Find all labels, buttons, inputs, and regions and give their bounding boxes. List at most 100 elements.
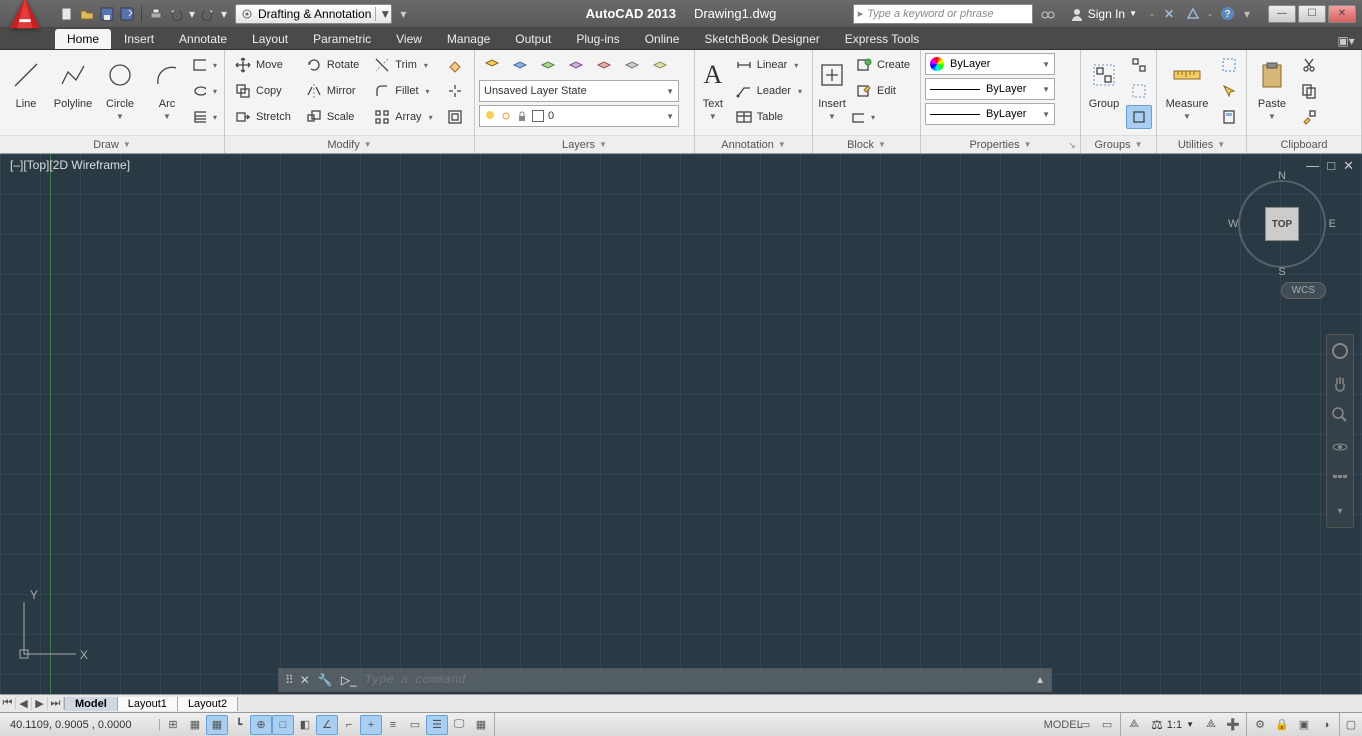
ducs-icon[interactable]: ⌐ [338,715,360,735]
command-line[interactable]: ⠿ ✕ 🔧 ▷_ ▲ [278,668,1052,692]
linear-button[interactable]: Linear▾ [730,53,808,77]
tab-layout[interactable]: Layout [240,29,300,49]
viewcube-north[interactable]: N [1278,170,1286,182]
create-block-button[interactable]: Create [850,53,916,77]
match-prop-icon[interactable] [1296,105,1322,129]
orbit-icon[interactable] [1330,437,1350,457]
otrack-icon[interactable]: ∠ [316,715,338,735]
mirror-button[interactable]: Mirror [300,79,365,103]
lwt-icon[interactable]: ≡ [382,715,404,735]
autoscale-icon[interactable]: ➕ [1222,715,1244,735]
arc-button[interactable]: Arc▼ [145,53,189,133]
workspace-switch-icon[interactable]: ⚙ [1249,715,1271,735]
open-icon[interactable] [78,5,96,23]
panel-modify-title[interactable]: Modify▼ [225,135,474,153]
app-menu-button[interactable] [0,0,50,39]
drawing-area[interactable]: [–][Top][2D Wireframe] — □ ✕ TOP N S E W… [0,154,1362,694]
quickview-layouts-icon[interactable]: ▭ [1074,715,1096,735]
ellipse-button[interactable]: ▾ [192,79,218,103]
grid-icon[interactable]: ▦ [206,715,228,735]
save-icon[interactable] [98,5,116,23]
view-cube[interactable]: TOP N S E W [1232,174,1332,274]
clean-screen-icon[interactable]: ▢ [1340,715,1362,735]
hatch-button[interactable]: ▾ [192,105,218,129]
qat-customize-icon[interactable]: ▾ [394,5,412,23]
panel-clipboard-title[interactable]: Clipboard [1247,135,1361,153]
zoom-icon[interactable] [1330,405,1350,425]
chevron-down-icon[interactable]: ▾ [219,5,229,23]
quick-select-icon[interactable] [1216,79,1242,103]
panel-layers-title[interactable]: Layers▼ [475,135,694,153]
ribbon-minimize-icon[interactable]: ▣▾ [1336,33,1356,49]
tab-plugins[interactable]: Plug-ins [564,29,631,49]
showmotion-icon[interactable] [1330,469,1350,489]
layer-off-icon[interactable] [507,53,533,77]
scale-button[interactable]: Scale [300,105,365,129]
workspace-combo[interactable]: Drafting & Annotation ▼ [235,4,392,24]
lineweight-combo[interactable]: ByLayer▼ [925,78,1055,100]
layout-tab-layout2[interactable]: Layout2 [178,697,238,711]
tab-insert[interactable]: Insert [112,29,166,49]
panel-draw-title[interactable]: Draw▼ [0,135,224,153]
wcs-badge[interactable]: WCS [1281,282,1326,299]
layer-current-combo[interactable]: 0 ▼ [479,105,679,127]
chevron-down-icon[interactable]: ▾ [187,5,197,23]
leader-button[interactable]: Leader▾ [730,79,808,103]
vp-minimize-icon[interactable]: — [1306,158,1319,174]
exchange-icon[interactable]: ✕ [1160,5,1178,23]
copy-clip-icon[interactable] [1296,79,1322,103]
quickview-drawings-icon[interactable]: ▭ [1096,715,1118,735]
layer-match-icon[interactable] [619,53,645,77]
trim-button[interactable]: Trim▾ [368,53,438,77]
layer-iso-icon[interactable] [591,53,617,77]
edit-block-button[interactable]: Edit [850,79,916,103]
tab-home[interactable]: Home [55,29,111,49]
annovisibility-icon[interactable]: ⟁ [1200,715,1222,735]
viewcube-south[interactable]: S [1278,266,1285,278]
layer-prev-icon[interactable] [647,53,673,77]
paste-button[interactable]: Paste▼ [1251,53,1293,133]
polar-icon[interactable]: ⊕ [250,715,272,735]
maximize-button[interactable]: ☐ [1298,5,1326,23]
a360-icon[interactable] [1184,5,1202,23]
help-icon[interactable]: ? [1218,5,1236,23]
group-select-icon[interactable] [1126,105,1152,129]
annotation-scale[interactable]: ⚖1:1▼ [1145,717,1200,733]
layout-tab-model[interactable]: Model [65,697,118,711]
color-combo[interactable]: ByLayer▼ [925,53,1055,75]
panel-annotation-title[interactable]: Annotation▼ [695,135,812,153]
cmd-close-icon[interactable]: ✕ [300,673,310,687]
command-input[interactable] [365,673,1027,687]
sign-in-button[interactable]: Sign In ▼ [1063,5,1144,23]
tab-annotate[interactable]: Annotate [167,29,239,49]
layout-prev-icon[interactable]: ◀ [16,697,32,710]
group-button[interactable]: Group [1085,53,1123,133]
redo-icon[interactable] [199,5,217,23]
rotate-button[interactable]: Rotate [300,53,365,77]
sc-icon[interactable]: 🖵 [448,715,470,735]
layer-prop-icon[interactable] [479,53,505,77]
viewcube-west[interactable]: W [1228,218,1238,230]
cut-icon[interactable] [1296,53,1322,77]
stretch-button[interactable]: Stretch [229,105,297,129]
calc-icon[interactable] [1216,105,1242,129]
select-all-icon[interactable] [1216,53,1242,77]
table-button[interactable]: Table [730,105,808,129]
group-edit-icon[interactable] [1126,79,1152,103]
toolbar-lock-icon[interactable]: 🔒 [1271,715,1293,735]
viewcube-east[interactable]: E [1329,218,1336,230]
steering-wheel-icon[interactable] [1330,341,1350,361]
tab-sketchbook[interactable]: SketchBook Designer [692,29,831,49]
vp-close-icon[interactable]: ✕ [1343,158,1354,174]
layout-first-icon[interactable]: ⏮ [0,697,16,710]
ungroup-icon[interactable] [1126,53,1152,77]
layout-next-icon[interactable]: ▶ [32,697,48,710]
tpy-icon[interactable]: ▭ [404,715,426,735]
panel-utilities-title[interactable]: Utilities▼ [1157,135,1246,153]
tab-parametric[interactable]: Parametric [301,29,383,49]
circle-button[interactable]: Circle▼ [98,53,142,133]
print-icon[interactable] [147,5,165,23]
panel-groups-title[interactable]: Groups▼ [1081,135,1156,153]
tab-manage[interactable]: Manage [435,29,502,49]
annoscale-icon[interactable]: ⟁ [1123,715,1145,735]
